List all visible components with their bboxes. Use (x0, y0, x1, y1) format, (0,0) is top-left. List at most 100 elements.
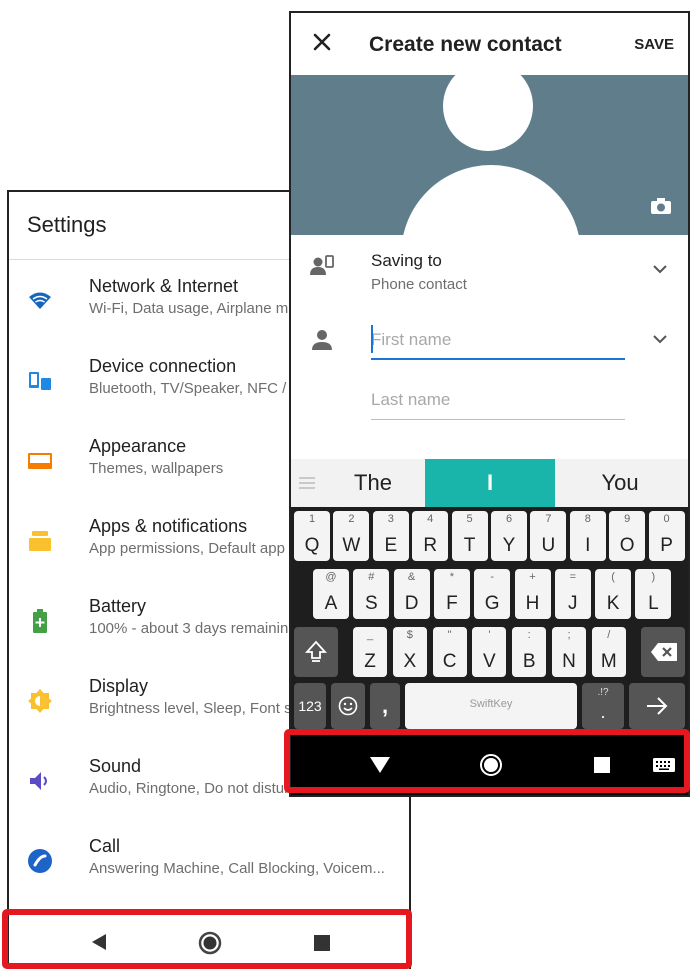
menu-icon[interactable] (299, 477, 315, 489)
save-button[interactable]: SAVE (634, 36, 674, 53)
key-s[interactable]: # S (353, 569, 390, 619)
contact-navbar-highlight (284, 729, 690, 793)
enter-key[interactable] (629, 683, 685, 729)
key-label: Q (304, 535, 320, 556)
saving-to-value: Phone contact (371, 276, 467, 293)
shift-key[interactable] (294, 627, 338, 677)
key-label: C (442, 651, 457, 672)
settings-navbar-highlight (2, 909, 412, 969)
settings-item-title: Device connection (89, 356, 237, 376)
period-hint: .!? (597, 687, 609, 698)
key-label: P (660, 535, 673, 556)
key-c[interactable]: " C (432, 627, 467, 677)
key-m[interactable]: / M (591, 627, 626, 677)
key-j[interactable]: = J (554, 569, 591, 619)
key-label: X (403, 651, 417, 672)
settings-item-title: Sound (89, 756, 142, 776)
camera-icon[interactable] (650, 197, 672, 215)
saving-to-selector[interactable]: Saving to Phone contact (291, 235, 688, 305)
key-label: D (404, 593, 419, 614)
key-label: V (483, 651, 496, 672)
key-label: L (648, 593, 659, 614)
backspace-icon (651, 643, 677, 661)
key-x[interactable]: $ X (392, 627, 427, 677)
key-label: N (562, 651, 576, 672)
key-w[interactable]: 2W (333, 511, 370, 561)
key-d[interactable]: & D (393, 569, 430, 619)
key-hint: 3 (387, 513, 394, 525)
key-o[interactable]: 9O (609, 511, 646, 561)
key-hint: 4 (427, 513, 434, 525)
close-icon[interactable] (309, 29, 335, 55)
settings-item-title: Network & Internet (89, 276, 239, 296)
last-name-field[interactable] (371, 383, 625, 417)
key-hint: 0 (663, 513, 670, 525)
period-key[interactable]: .!? . (582, 683, 624, 729)
key-h[interactable]: + H (514, 569, 551, 619)
arrow-right-icon (647, 697, 668, 715)
key-b[interactable]: :B (512, 627, 547, 677)
emoji-key[interactable] (331, 683, 365, 729)
key-l[interactable]: ) L (635, 569, 672, 619)
key-label: S (364, 593, 378, 614)
create-contact-screen: Create new contact SAVE Saving to Phone … (289, 11, 690, 797)
key-hint: " (447, 629, 452, 641)
key-label: O (619, 535, 635, 556)
expand-name-icon[interactable] (652, 331, 668, 347)
backspace-key[interactable] (641, 627, 685, 677)
key-k[interactable]: (K (595, 569, 632, 619)
key-hint: _ (366, 629, 374, 641)
key-hint: @ (325, 571, 337, 583)
key-p[interactable]: 0P (648, 511, 685, 561)
key-z[interactable]: _ Z (353, 627, 387, 677)
settings-item-title: Apps & notifications (89, 516, 248, 536)
key-a[interactable]: @ A (313, 569, 349, 619)
comma-key[interactable]: , (370, 683, 400, 729)
key-e[interactable]: 3E (372, 511, 409, 561)
suggestion-right[interactable]: You (555, 459, 685, 507)
first-name-underline (371, 358, 625, 360)
key-label: H (525, 593, 540, 614)
suggestion-middle[interactable]: I (425, 459, 555, 507)
key-hint: 7 (545, 513, 552, 525)
space-key[interactable]: SwiftKey (405, 683, 577, 729)
key-hint: ' (488, 629, 491, 641)
key-f[interactable]: * F (433, 569, 470, 619)
shift-icon (305, 640, 327, 662)
key-label: R (423, 535, 438, 556)
key-hint: * (449, 571, 455, 583)
chevron-down-icon[interactable] (652, 261, 668, 277)
device-connection-icon (29, 372, 51, 390)
first-name-field[interactable] (371, 323, 625, 357)
contact-photo[interactable] (291, 75, 688, 235)
key-hint: 6 (505, 513, 513, 525)
key-label: F (446, 593, 458, 614)
key-q[interactable]: 1Q (294, 511, 330, 561)
settings-item-subtitle: Answering Machine, Call Blocking, Voicem… (89, 860, 385, 877)
key-u[interactable]: 7U (530, 511, 567, 561)
key-hint: - (490, 571, 495, 583)
key-n[interactable]: ; N (552, 627, 586, 677)
suggestion-left[interactable]: The (321, 459, 425, 507)
key-i[interactable]: 8I (569, 511, 606, 561)
key-hint: + (529, 571, 536, 583)
key-g[interactable]: -G (474, 569, 511, 619)
key-hint: & (407, 571, 416, 583)
key-y[interactable]: 6Y (491, 511, 527, 561)
avatar-head (443, 75, 533, 151)
key-v[interactable]: ' V (472, 627, 507, 677)
key-hint: $ (406, 629, 413, 641)
key-r[interactable]: 4R (412, 511, 449, 561)
first-name-row (291, 313, 688, 373)
person-icon (312, 330, 332, 350)
last-name-row (291, 383, 688, 433)
key-hint: 9 (624, 513, 631, 525)
key-label: G (484, 593, 500, 614)
contact-toolbar: Create new contact SAVE (291, 13, 688, 75)
key-t[interactable]: 5T (451, 511, 488, 561)
key-label: T (463, 535, 476, 556)
numbers-key[interactable]: 123 (294, 683, 326, 729)
call-icon (28, 849, 52, 873)
settings-item-call[interactable]: Call Answering Machine, Call Blocking, V… (9, 822, 409, 902)
settings-item-title: Display (89, 676, 149, 696)
